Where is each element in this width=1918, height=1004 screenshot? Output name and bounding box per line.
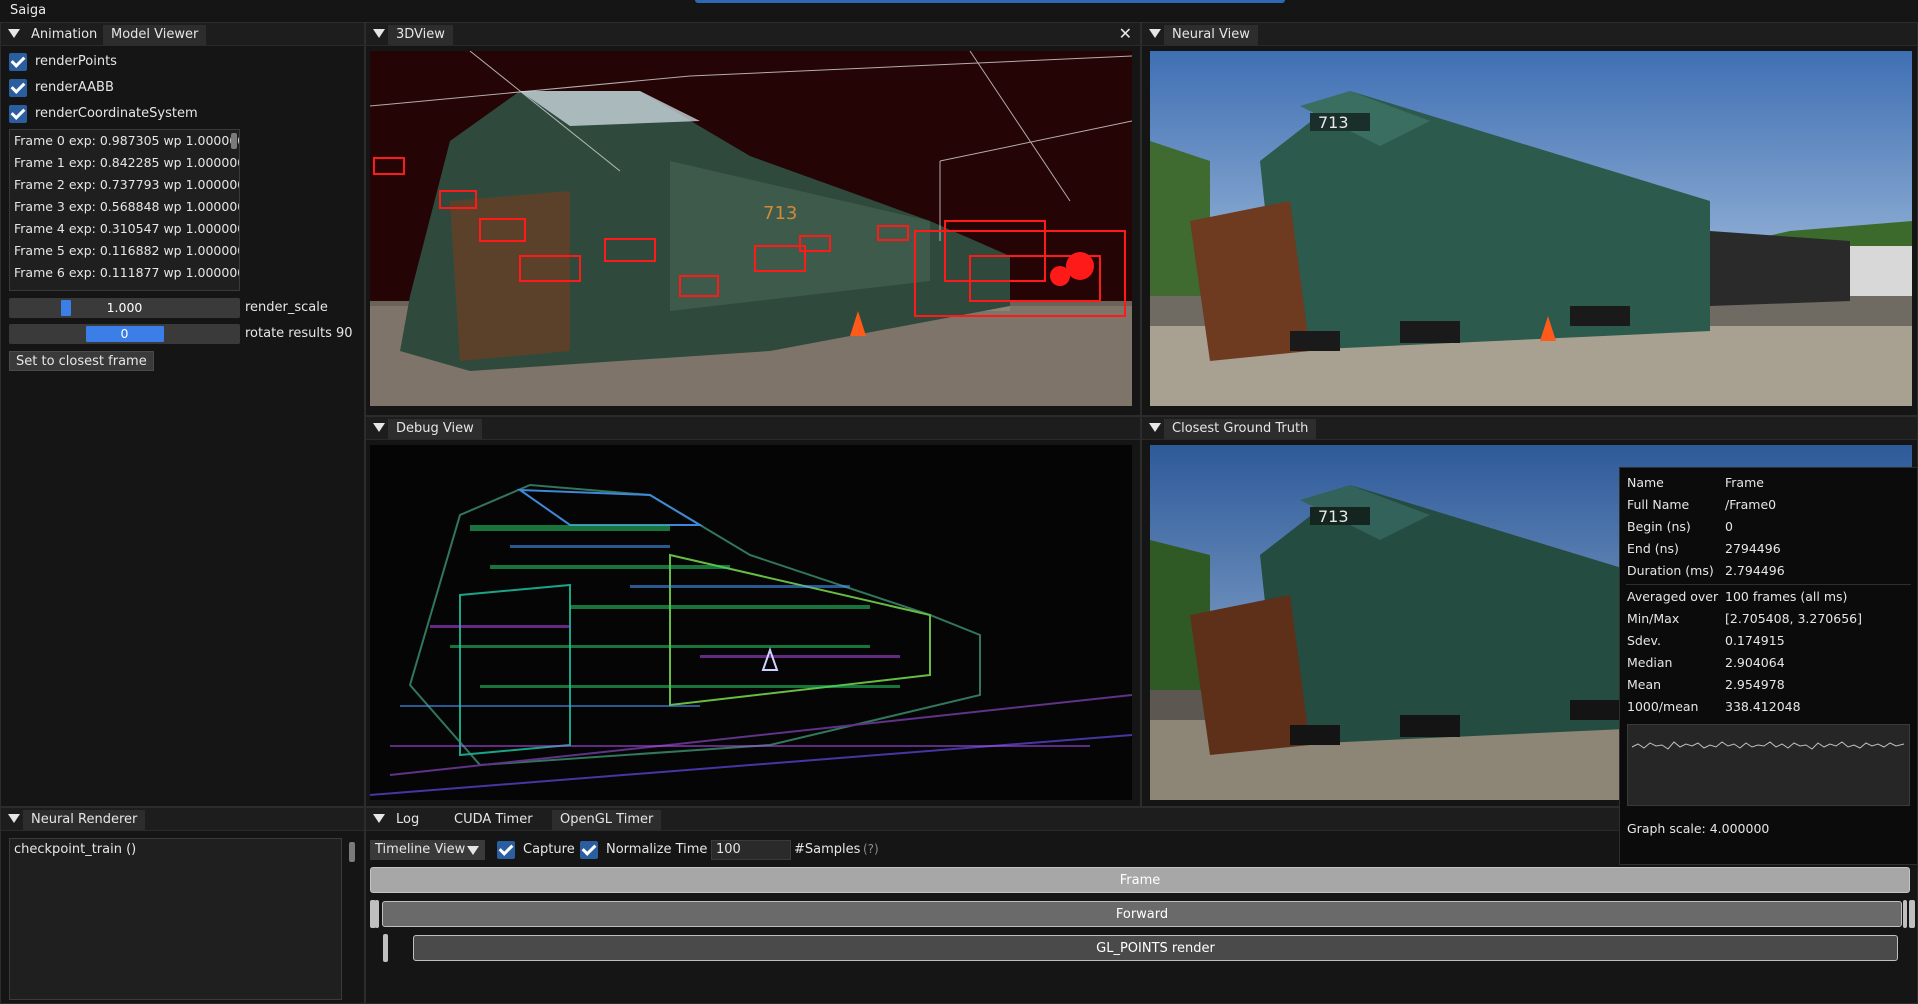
tab-3dview[interactable]: 3DView [388,25,453,45]
timer-bar-forward[interactable]: Forward [382,901,1902,927]
samples-label: #Samples [794,842,861,857]
collapse-triangle-icon[interactable] [373,29,385,38]
collapse-triangle-icon[interactable] [1149,29,1161,38]
collapse-triangle-icon[interactable] [373,423,385,432]
list-item[interactable]: Frame 6 exp: 0.111877 wp 1.000000 [10,262,239,284]
tab-cuda-timer[interactable]: CUDA Timer [446,810,541,830]
view-3d-tabbar: 3DView ✕ [366,23,1140,46]
tooltip-row: Name Frame [1627,475,1764,490]
timer-tick [375,900,379,928]
tooltip-row: 1000/mean 338.412048 [1627,699,1801,714]
tooltip-row: Min/Max [2.705408, 3.270656] [1627,611,1862,626]
list-item[interactable]: Frame 3 exp: 0.568848 wp 1.000000 [10,196,239,218]
tooltip-row: Averaged over 100 frames (all ms) [1627,589,1848,604]
app-title: Saiga [10,3,47,18]
list-item[interactable]: Frame 1 exp: 0.842285 wp 1.000000 [10,152,239,174]
list-item[interactable]: checkpoint_train () [10,839,341,860]
view-mode-value: Timeline View [375,842,466,857]
tab-neural-view[interactable]: Neural View [1164,25,1258,45]
view-3d-panel: 3DView ✕ 713 [365,22,1141,416]
debug-render-image [370,483,1132,796]
tooltip-row: Full Name/Frame0 [1627,497,1777,512]
capture-label: Capture [523,842,575,857]
checkmark-icon[interactable] [580,841,598,859]
set-closest-frame-button[interactable]: Set to closest frame [9,351,154,371]
animation-tabbar: Animation Model Viewer [1,23,364,46]
tooltip-row: Sdev. 0.174915 [1627,633,1785,648]
rotate-label: rotate results 90 de [245,326,357,341]
timer-tick [1909,900,1915,928]
tooltip-row: Duration (ms) 2.794496 [1627,563,1785,578]
tooltip-row: Mean 2.954978 [1627,677,1785,692]
viewport-debug[interactable] [370,445,1132,800]
render-scale-value: 1.000 [106,300,143,315]
timer-bar-frame[interactable]: Frame [370,867,1910,893]
title-bar: Saiga [0,0,1918,23]
list-item[interactable]: Frame 5 exp: 0.116882 wp 1.000000 [10,240,239,262]
list-item[interactable]: Frame 4 exp: 0.310547 wp 1.000000 [10,218,239,240]
viewport-3d[interactable]: 713 [370,51,1132,406]
neural-view-panel: Neural View 713 [1141,22,1918,416]
plate-number-text: 713 [1318,113,1349,132]
checkmark-icon[interactable] [9,79,27,97]
collapse-triangle-icon[interactable] [8,29,20,38]
tab-model-viewer[interactable]: Model Viewer [103,25,207,45]
neural-view-tabbar: Neural View [1142,23,1917,46]
checkpoint-list[interactable]: checkpoint_train () [9,838,342,1000]
close-icon[interactable]: ✕ [1119,24,1132,43]
list-item[interactable]: Frame 2 exp: 0.737793 wp 1.000000 [10,174,239,196]
render-scale-slider[interactable]: 1.000 [9,298,240,318]
tab-closest-ground-truth[interactable]: Closest Ground Truth [1164,419,1317,439]
help-marker[interactable]: (?) [863,842,879,856]
tab-opengl-timer[interactable]: OpenGL Timer [552,810,662,830]
view-mode-select[interactable]: Timeline View [370,840,485,860]
chevron-down-icon [467,846,479,855]
tooltip-row: Begin (ns) 0 [1627,519,1733,534]
tab-log[interactable]: Log [388,810,427,830]
checkmark-icon[interactable] [497,841,515,859]
tab-debug-view[interactable]: Debug View [388,419,482,439]
normalize-time-label: Normalize Time [606,842,708,857]
rotate-value: 0 [120,326,129,341]
render-scale-label: render_scale [245,300,328,315]
render-aabb-label: renderAABB [35,80,114,95]
animation-panel: Animation Model Viewer renderPoints rend… [0,22,365,807]
collapse-triangle-icon[interactable] [373,814,385,823]
tab-neural-renderer[interactable]: Neural Renderer [23,810,146,830]
tab-animation[interactable]: Animation [23,25,105,45]
debug-view-panel: Debug View [365,416,1141,807]
debug-view-tabbar: Debug View [366,417,1140,440]
checkmark-icon[interactable] [9,105,27,123]
checkpoint-scrollbar[interactable] [349,842,355,862]
render-coordinate-system-label: renderCoordinateSystem [35,106,198,121]
frame-list[interactable]: Frame 0 exp: 0.987305 wp 1.000000 Frame … [9,129,240,291]
tooltip-graph-scale: Graph scale: 4.000000 [1627,821,1770,836]
checkmark-icon[interactable] [9,53,27,71]
rotate-slider[interactable]: 0 [9,324,240,344]
timer-tick [1903,900,1907,928]
render-points-label: renderPoints [35,54,117,69]
neural-renderer-panel: Neural Renderer checkpoint_train () [0,807,365,1004]
tooltip-separator [1626,584,1911,585]
timer-tooltip: Name Frame Full Name/Frame0 Begin (ns) 0 E… [1619,467,1918,865]
neural-render-image: 713 [1150,51,1912,406]
plate-number-text: 713 [763,203,797,224]
point-cloud-render: 713 [370,51,1132,406]
samples-value: 100 [716,842,741,857]
frame-time-graph [1627,724,1910,806]
collapse-triangle-icon[interactable] [8,814,20,823]
tooltip-row: Median 2.904064 [1627,655,1785,670]
closest-ground-truth-tabbar: Closest Ground Truth [1142,417,1917,440]
timer-bar-gl-points-render[interactable]: GL_POINTS render [413,935,1898,961]
plate-number-text: 713 [1318,507,1349,526]
timer-tick [383,934,388,962]
top-drag-strip[interactable] [695,0,1285,3]
frame-list-scrollbar[interactable] [231,133,237,149]
neural-renderer-tabbar: Neural Renderer [1,808,364,831]
list-item[interactable]: Frame 0 exp: 0.987305 wp 1.000000 [10,130,239,152]
samples-input[interactable]: 100 [711,840,791,860]
collapse-triangle-icon[interactable] [1149,423,1161,432]
viewport-neural[interactable]: 713 [1150,51,1912,406]
tooltip-row: End (ns) 2794496 [1627,541,1781,556]
